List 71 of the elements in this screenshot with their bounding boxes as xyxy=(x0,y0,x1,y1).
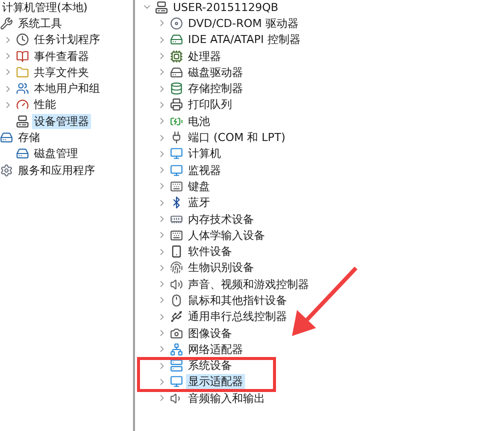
folder-icon xyxy=(16,66,29,79)
tree-item[interactable]: 内存技术设备 xyxy=(186,212,256,226)
gauge-icon xyxy=(16,98,29,112)
tree-item[interactable]: 性能 xyxy=(32,97,58,112)
usb-icon xyxy=(170,310,183,324)
hard-drive-icon xyxy=(0,131,13,144)
plug-icon xyxy=(170,131,183,144)
disc-icon xyxy=(170,16,183,30)
tree-item[interactable]: 软件设备 xyxy=(186,244,234,260)
monitor-icon xyxy=(170,375,183,388)
tree-item[interactable]: 设备管理器 xyxy=(32,114,91,129)
tree-item[interactable]: 打印队列 xyxy=(186,97,234,112)
fingerprint-icon xyxy=(170,261,183,274)
server-icon xyxy=(170,359,183,372)
tree-item[interactable]: 存储控制器 xyxy=(186,81,245,96)
phone-icon xyxy=(170,245,183,258)
tree-item[interactable]: 图像设备 xyxy=(186,326,234,341)
cpu-icon xyxy=(170,50,183,63)
tree-item[interactable]: 事件查看器 xyxy=(32,48,91,64)
tree-item[interactable]: 计算机管理(本地) xyxy=(0,0,90,15)
tree-item[interactable]: 音频输入和输出 xyxy=(186,390,267,406)
tree-item[interactable]: 蓝牙 xyxy=(186,195,212,210)
users-icon xyxy=(16,82,29,96)
tree-item[interactable]: 键盘 xyxy=(186,178,212,194)
tree-item[interactable]: 任务计划程序 xyxy=(32,32,102,48)
computer-icon xyxy=(16,114,29,128)
camera-icon xyxy=(170,326,183,340)
speaker-icon xyxy=(170,278,183,291)
tree-item[interactable]: 显示适配器 xyxy=(186,374,245,390)
keyboard-icon xyxy=(170,180,183,193)
tree-item[interactable]: 磁盘驱动器 xyxy=(186,64,245,80)
speaker-icon xyxy=(170,392,183,405)
tree-item[interactable]: 端口 (COM 和 LPT) xyxy=(186,130,288,146)
settings-icon xyxy=(0,164,13,177)
tree-item[interactable]: 鼠标和其他指针设备 xyxy=(186,292,289,308)
tree-item[interactable]: 处理器 xyxy=(186,48,223,64)
tree-item[interactable]: 生物识别设备 xyxy=(186,260,256,276)
bluetooth-icon xyxy=(170,196,183,210)
tree-item[interactable]: 服务和应用程序 xyxy=(16,162,97,178)
mouse-icon xyxy=(170,294,183,307)
battery-icon xyxy=(170,114,183,128)
hard-drive-icon xyxy=(170,33,183,46)
tree-item[interactable]: 存储 xyxy=(16,130,42,146)
printer-icon xyxy=(170,98,183,112)
computer-icon xyxy=(155,0,168,14)
clock-icon xyxy=(16,33,29,46)
tree-item[interactable]: 网络适配器 xyxy=(186,342,245,357)
tree-item[interactable]: 电池 xyxy=(186,114,212,129)
book-icon xyxy=(16,50,29,63)
tree-item[interactable]: 人体学输入设备 xyxy=(186,228,267,243)
tree-item[interactable]: 系统设备 xyxy=(186,358,234,374)
tree-item[interactable]: 声音、视频和游戏控制器 xyxy=(186,276,311,292)
network-icon xyxy=(170,342,183,356)
tree-item[interactable]: 本地用户和组 xyxy=(32,81,102,96)
tree-item[interactable]: 监视器 xyxy=(186,162,223,178)
tree-item[interactable]: 系统工具 xyxy=(16,16,64,31)
monitor-icon xyxy=(170,147,183,160)
database-icon xyxy=(170,82,183,96)
tree-item[interactable]: 磁盘管理 xyxy=(32,146,80,162)
tree-item[interactable]: IDE ATA/ATAPI 控制器 xyxy=(186,32,302,48)
tree-item[interactable]: 通用串行总线控制器 xyxy=(186,309,289,324)
hard-drive-icon xyxy=(170,66,183,79)
tree-item[interactable]: DVD/CD-ROM 驱动器 xyxy=(186,16,300,31)
tree-item[interactable]: 共享文件夹 xyxy=(32,64,91,80)
tree-item[interactable]: USER-20151129QB xyxy=(171,0,280,15)
hard-drive-icon xyxy=(16,147,29,160)
keyboard-icon xyxy=(170,228,183,242)
memory-card-icon xyxy=(170,212,183,226)
wrench-icon xyxy=(0,16,13,30)
monitor-icon xyxy=(170,164,183,177)
tree-item[interactable]: 计算机 xyxy=(186,146,223,162)
